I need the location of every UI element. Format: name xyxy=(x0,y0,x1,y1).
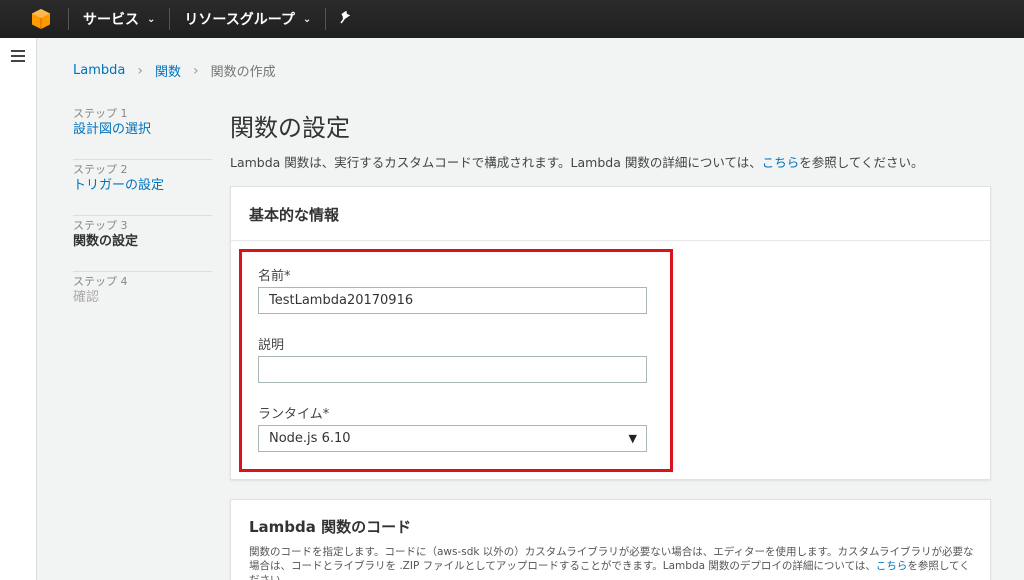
step-number: ステップ 4 xyxy=(73,275,128,288)
runtime-selected-value: Node.js 6.10 xyxy=(269,431,351,446)
step-2: ステップ 2 トリガーの設定 xyxy=(73,160,212,216)
step-number: ステップ 1 xyxy=(73,107,128,120)
function-code-header: Lambda 関数のコード xyxy=(249,518,412,536)
function-code-panel: Lambda 関数のコード 関数のコードを指定します。コードに（aws-sdk … xyxy=(230,499,991,580)
services-menu[interactable]: サービス ⌄ xyxy=(69,0,169,38)
page-description: Lambda 関数は、実行するカスタムコードで構成されます。Lambda 関数の… xyxy=(230,152,924,171)
services-label: サービス xyxy=(83,12,139,28)
function-code-description: 関数のコードを指定します。コードに（aws-sdk 以外の）カスタムライブラリが… xyxy=(249,545,974,580)
resource-groups-menu[interactable]: リソースグループ ⌄ xyxy=(170,0,325,38)
description-label: 説明 xyxy=(258,338,285,353)
runtime-select[interactable]: Node.js 6.10 ▼ xyxy=(258,425,647,452)
chevron-down-icon: ⌄ xyxy=(147,13,156,25)
details-link[interactable]: こちら xyxy=(762,155,800,170)
step-select-blueprint[interactable]: 設計図の選択 xyxy=(73,121,212,139)
step-number: ステップ 3 xyxy=(73,219,128,232)
left-gutter xyxy=(0,38,37,580)
breadcrumb-lambda[interactable]: Lambda xyxy=(73,63,125,78)
basic-info-header: 基本的な情報 xyxy=(231,187,990,241)
breadcrumb: Lambda › 関数 › 関数の作成 xyxy=(73,61,276,81)
wizard-steps: ステップ 1 設計図の選択 ステップ 2 トリガーの設定 ステップ 3 関数の設… xyxy=(73,104,212,328)
step-3: ステップ 3 関数の設定 xyxy=(73,216,212,272)
hamburger-icon[interactable] xyxy=(11,50,25,65)
runtime-label: ランタイム* xyxy=(258,407,330,422)
step-1: ステップ 1 設計図の選択 xyxy=(73,104,212,160)
page-title: 関数の設定 xyxy=(230,114,350,142)
name-label: 名前* xyxy=(258,269,291,284)
page-description-suffix: を参照してください。 xyxy=(799,155,924,170)
chevron-right-icon: › xyxy=(137,62,143,79)
step-configure-triggers[interactable]: トリガーの設定 xyxy=(73,177,212,195)
description-field[interactable] xyxy=(258,356,647,383)
aws-logo-icon[interactable] xyxy=(26,0,56,38)
pin-icon[interactable] xyxy=(326,10,366,28)
chevron-right-icon: › xyxy=(192,62,199,79)
step-review: 確認 xyxy=(73,290,100,305)
chevron-down-icon: ⌄ xyxy=(302,13,312,25)
breadcrumb-functions[interactable]: 関数 xyxy=(155,61,181,80)
name-field[interactable] xyxy=(258,287,647,314)
resource-groups-label: リソースグループ xyxy=(184,12,295,28)
step-number: ステップ 2 xyxy=(73,163,128,176)
top-nav-bar: サービス ⌄ リソースグループ ⌄ xyxy=(0,0,1024,38)
basic-info-panel: 基本的な情報 名前* 説明 ランタイム* Node.js 6.10 ▼ xyxy=(230,186,991,480)
step-4: ステップ 4 確認 xyxy=(73,272,212,328)
function-code-description-text: 関数のコードを指定します。コードに（aws-sdk 以外の）カスタムライブラリが… xyxy=(249,546,974,572)
page-description-text: Lambda 関数は、実行するカスタムコードで構成されます。Lambda 関数の… xyxy=(230,155,762,170)
step-configure-function: 関数の設定 xyxy=(73,234,139,249)
dropdown-arrow-icon: ▼ xyxy=(628,432,637,445)
breadcrumb-current: 関数の作成 xyxy=(210,65,276,80)
deploy-details-link[interactable]: こちら xyxy=(876,560,908,572)
